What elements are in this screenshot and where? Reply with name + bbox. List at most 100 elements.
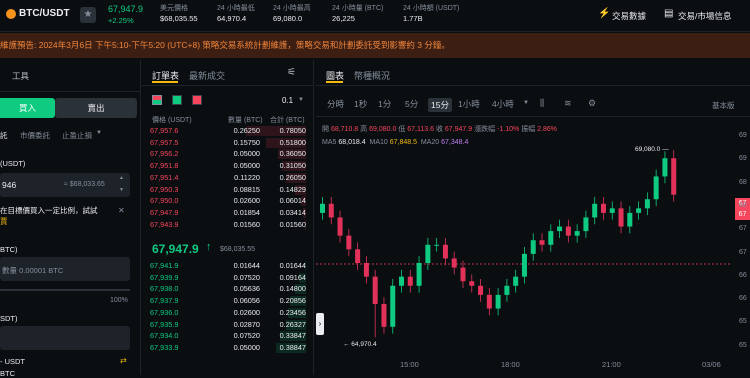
- close-icon[interactable]: ✕: [118, 206, 125, 215]
- total-cell: 0.14800: [279, 284, 306, 294]
- bid-row[interactable]: 67,941.9 0.01644 0.01644: [150, 260, 306, 272]
- candle-body: [381, 304, 387, 327]
- stepper-up-icon[interactable]: ▲: [119, 175, 124, 181]
- price-approx: ≈ $68,033.65: [64, 181, 105, 188]
- price-cell: 67,951.8: [150, 161, 179, 171]
- ask-row[interactable]: 67,950.0 0.02600 0.06014: [150, 195, 306, 207]
- pair-name[interactable]: BTC/USDT: [19, 8, 70, 19]
- ask-row[interactable]: 67,943.9 0.01560 0.01560: [150, 219, 306, 231]
- ask-row[interactable]: 67,951.8 0.05000 0.31050: [150, 160, 306, 172]
- amount-cell: 0.07520: [233, 272, 260, 282]
- candle-body: [346, 235, 352, 250]
- favorite-star-icon[interactable]: ★: [80, 7, 96, 23]
- order-type-market[interactable]: 市價委託: [20, 130, 50, 141]
- candle-body: [399, 276, 405, 286]
- total-cell: 0.01644: [279, 261, 306, 270]
- total-cell: 0.31050: [279, 161, 306, 171]
- price-cell: 67,941.9: [150, 261, 179, 270]
- top-header: BTC/USDT ★ 67,947.9 +2.25% 美元價格 $68,035.5…: [0, 0, 750, 32]
- price-input[interactable]: 946 ≈ $68,033.65 ▲ ▼: [0, 173, 130, 197]
- stepper-down-icon[interactable]: ▼: [119, 187, 124, 193]
- price-cell: 67,939.9: [150, 272, 179, 282]
- y-tick: 65: [739, 318, 747, 326]
- trading-data-link[interactable]: 交易數據: [612, 10, 646, 22]
- interval-5[interactable]: 1小時: [458, 98, 480, 110]
- stat-24h-volume: 24 小時量 (BTC) 26,225: [332, 5, 384, 23]
- amount-cell: 0.02600: [233, 196, 260, 206]
- amount-cell: 0.07520: [233, 331, 260, 341]
- settings-icon[interactable]: ⚙: [588, 98, 596, 109]
- candle-body: [355, 249, 361, 263]
- tab-coin-overview[interactable]: 幣種概況: [354, 69, 390, 82]
- maintenance-banner: 維護預告: 2024年3月6日 下午5:10-下午5:20 (UTC+8) 策略…: [0, 33, 750, 58]
- buy-tab[interactable]: 買入: [0, 98, 55, 118]
- ask-row[interactable]: 67,957.6 0.26250 0.78050: [150, 125, 306, 137]
- candle-body: [636, 208, 642, 213]
- expand-arrow-icon[interactable]: ›: [316, 313, 324, 335]
- candle-body: [425, 244, 431, 263]
- chart-style-select[interactable]: 基本版: [712, 100, 735, 111]
- trading-data-icon[interactable]: ⚡: [598, 8, 610, 19]
- interval-2[interactable]: 1分: [378, 98, 391, 110]
- candle-body: [618, 208, 624, 227]
- stat-24h-high: 24 小時最高 69,080.0: [273, 5, 311, 23]
- y-tick: 67: [739, 248, 747, 256]
- candle-body: [504, 285, 510, 295]
- interval-4[interactable]: 15分: [428, 98, 452, 112]
- bid-row[interactable]: 67,938.0 0.05636 0.14800: [150, 283, 306, 295]
- transfer-icon[interactable]: ⇄: [120, 356, 127, 365]
- price-cell: 67,957.6: [150, 126, 179, 135]
- bid-row[interactable]: 67,937.9 0.06056 0.20856: [150, 295, 306, 307]
- ask-row[interactable]: 67,956.2 0.05000 0.36050: [150, 148, 306, 160]
- bids-view-icon[interactable]: [172, 95, 182, 105]
- ask-row[interactable]: 67,957.5 0.15750 0.51800: [150, 137, 306, 149]
- interval-1[interactable]: 1秒: [354, 98, 367, 110]
- tab-recent-trades[interactable]: 最新成交: [189, 69, 225, 82]
- candle-body: [565, 226, 571, 236]
- total-input[interactable]: [0, 326, 130, 350]
- interval-3[interactable]: 5分: [405, 98, 418, 110]
- ask-row[interactable]: 67,950.3 0.08815 0.14829: [150, 184, 306, 196]
- settings-sliders-icon[interactable]: ⚟: [287, 67, 296, 78]
- bid-row[interactable]: 67,939.9 0.07520 0.09164: [150, 272, 306, 284]
- candlestick-chart[interactable]: [316, 120, 750, 375]
- asks-view-icon[interactable]: [192, 95, 202, 105]
- low-marker: ← 64,970.4: [343, 341, 377, 348]
- candle-body: [644, 199, 650, 209]
- both-sides-view-icon[interactable]: [152, 95, 162, 105]
- amount-input[interactable]: 數量 0.00001 BTC: [0, 257, 130, 281]
- drawing-tools-icon[interactable]: ≋: [564, 98, 572, 109]
- interval-6[interactable]: 4小時: [492, 98, 514, 110]
- market-info-link[interactable]: 交易/市場信息: [678, 10, 731, 22]
- order-type-limit[interactable]: 託: [0, 130, 8, 141]
- amount-cell: 0.05000: [233, 161, 260, 171]
- order-type-stop[interactable]: 止盈止損: [62, 130, 92, 141]
- chevron-down-icon[interactable]: ▼: [96, 130, 102, 136]
- price-cell: 67,950.3: [150, 184, 179, 194]
- total-cell: 0.33847: [279, 331, 306, 341]
- y-tick: 69: [739, 155, 747, 163]
- bid-row[interactable]: 67,934.0 0.07520 0.33847: [150, 330, 306, 342]
- sell-label: 賣出: [87, 103, 105, 113]
- ask-row[interactable]: 67,951.4 0.11220 0.26050: [150, 172, 306, 184]
- divider: [0, 91, 141, 92]
- bid-row[interactable]: 67,936.0 0.02600 0.23456: [150, 307, 306, 319]
- chevron-down-icon[interactable]: ▼: [298, 97, 304, 103]
- precision-select[interactable]: 0.1: [282, 96, 293, 105]
- bid-row[interactable]: 67,933.9 0.05000 0.38847: [150, 342, 306, 354]
- sell-tab[interactable]: 賣出: [55, 98, 137, 118]
- price-cell: 67,938.0: [150, 284, 179, 294]
- price-cell: 67,951.4: [150, 172, 179, 182]
- total-label: SDT): [0, 314, 18, 323]
- indicator-icon[interactable]: ⫼: [540, 98, 544, 109]
- candle-body: [609, 208, 615, 213]
- price-cell: 67,934.0: [150, 331, 179, 341]
- ask-row[interactable]: 67,947.9 0.01854 0.03414: [150, 207, 306, 219]
- percent-slider[interactable]: [0, 289, 130, 291]
- interval-0[interactable]: 分時: [327, 98, 344, 110]
- bid-row[interactable]: 67,935.9 0.02870 0.26327: [150, 319, 306, 331]
- chevron-down-icon[interactable]: ▼: [523, 100, 529, 106]
- divider: [316, 116, 750, 117]
- market-info-icon[interactable]: ▤: [664, 8, 673, 19]
- tools-tab[interactable]: 工具: [12, 70, 29, 82]
